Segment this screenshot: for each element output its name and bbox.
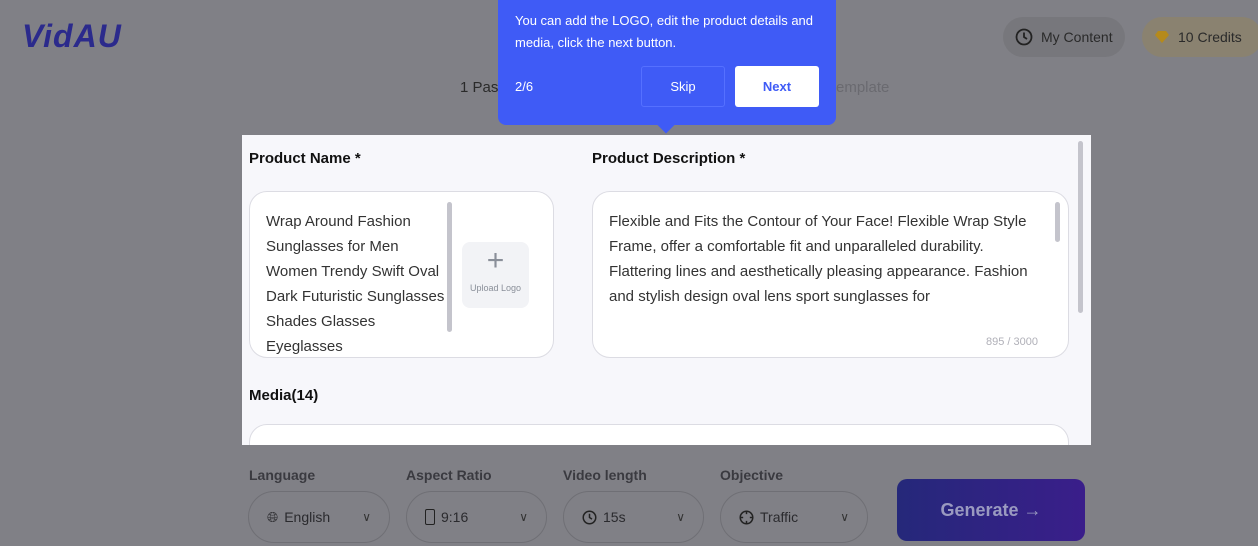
clock-icon <box>582 510 597 524</box>
media-label: Media(14) <box>249 387 319 404</box>
chevron-down-icon: ∨ <box>840 510 849 524</box>
next-button[interactable]: Next <box>735 66 819 107</box>
plus-icon: + <box>486 244 505 277</box>
objective-label: Objective <box>720 467 784 483</box>
step-indicator-left: 1 Pas <box>460 79 499 96</box>
aspect-ratio-select[interactable]: 9:16 ∨ <box>406 491 547 543</box>
product-name-label: Product Name * <box>249 150 361 167</box>
description-scrollbar[interactable] <box>1055 202 1060 242</box>
video-length-label: Video length <box>563 467 647 483</box>
aspect-ratio-label: Aspect Ratio <box>406 467 492 483</box>
credits-button[interactable]: 10 Credits <box>1142 17 1258 57</box>
tooltip-arrow <box>657 116 675 134</box>
product-name-input[interactable]: Wrap Around Fashion Sunglasses for Men W… <box>249 191 554 358</box>
objective-value: Traffic <box>760 509 799 525</box>
product-description-input[interactable]: Flexible and Fits the Contour of Your Fa… <box>592 191 1069 358</box>
video-length-select[interactable]: 15s ∨ <box>563 491 704 543</box>
product-description-text[interactable]: Flexible and Fits the Contour of Your Fa… <box>609 209 1049 334</box>
globe-icon: 🌐︎ <box>267 508 279 525</box>
phone-icon <box>425 509 435 525</box>
aspect-ratio-value: 9:16 <box>441 509 469 525</box>
language-value: English <box>284 509 331 525</box>
chevron-down-icon: ∨ <box>519 510 528 524</box>
tour-message: You can add the LOGO, edit the product d… <box>515 13 814 50</box>
product-name-scrollbar[interactable] <box>447 202 452 332</box>
language-label: Language <box>249 467 316 483</box>
chevron-down-icon: ∨ <box>676 510 685 524</box>
tour-step-counter: 2/6 <box>515 79 534 94</box>
objective-select[interactable]: Traffic ∨ <box>720 491 868 543</box>
generate-button[interactable]: Generate → <box>897 479 1085 541</box>
char-count: 895 / 3000 <box>986 336 1038 348</box>
upload-logo-button[interactable]: + Upload Logo <box>462 242 529 308</box>
media-area[interactable] <box>249 424 1069 445</box>
product-form-panel: Product Name * Product Description * Wra… <box>242 135 1091 445</box>
my-content-label: My Content <box>1041 29 1113 45</box>
tour-tooltip: You can add the LOGO, edit the product d… <box>498 0 836 134</box>
target-icon <box>739 510 754 524</box>
vidau-logo[interactable]: VidAU <box>22 18 122 55</box>
diamond-icon <box>1155 31 1169 43</box>
product-name-text[interactable]: Wrap Around Fashion Sunglasses for Men W… <box>266 209 446 359</box>
upload-logo-label: Upload Logo <box>469 283 522 293</box>
skip-button[interactable]: Skip <box>641 66 725 107</box>
step-indicator-right: emplate <box>836 79 890 96</box>
language-select[interactable]: 🌐︎ English ∨ <box>248 491 390 543</box>
product-description-label: Product Description * <box>592 150 746 167</box>
panel-scrollbar[interactable] <box>1078 141 1083 313</box>
video-length-value: 15s <box>603 509 626 525</box>
chevron-down-icon: ∨ <box>362 510 371 524</box>
my-content-button[interactable]: My Content <box>1003 17 1125 57</box>
credits-label: 10 Credits <box>1178 29 1242 45</box>
clock-icon <box>1015 28 1033 46</box>
